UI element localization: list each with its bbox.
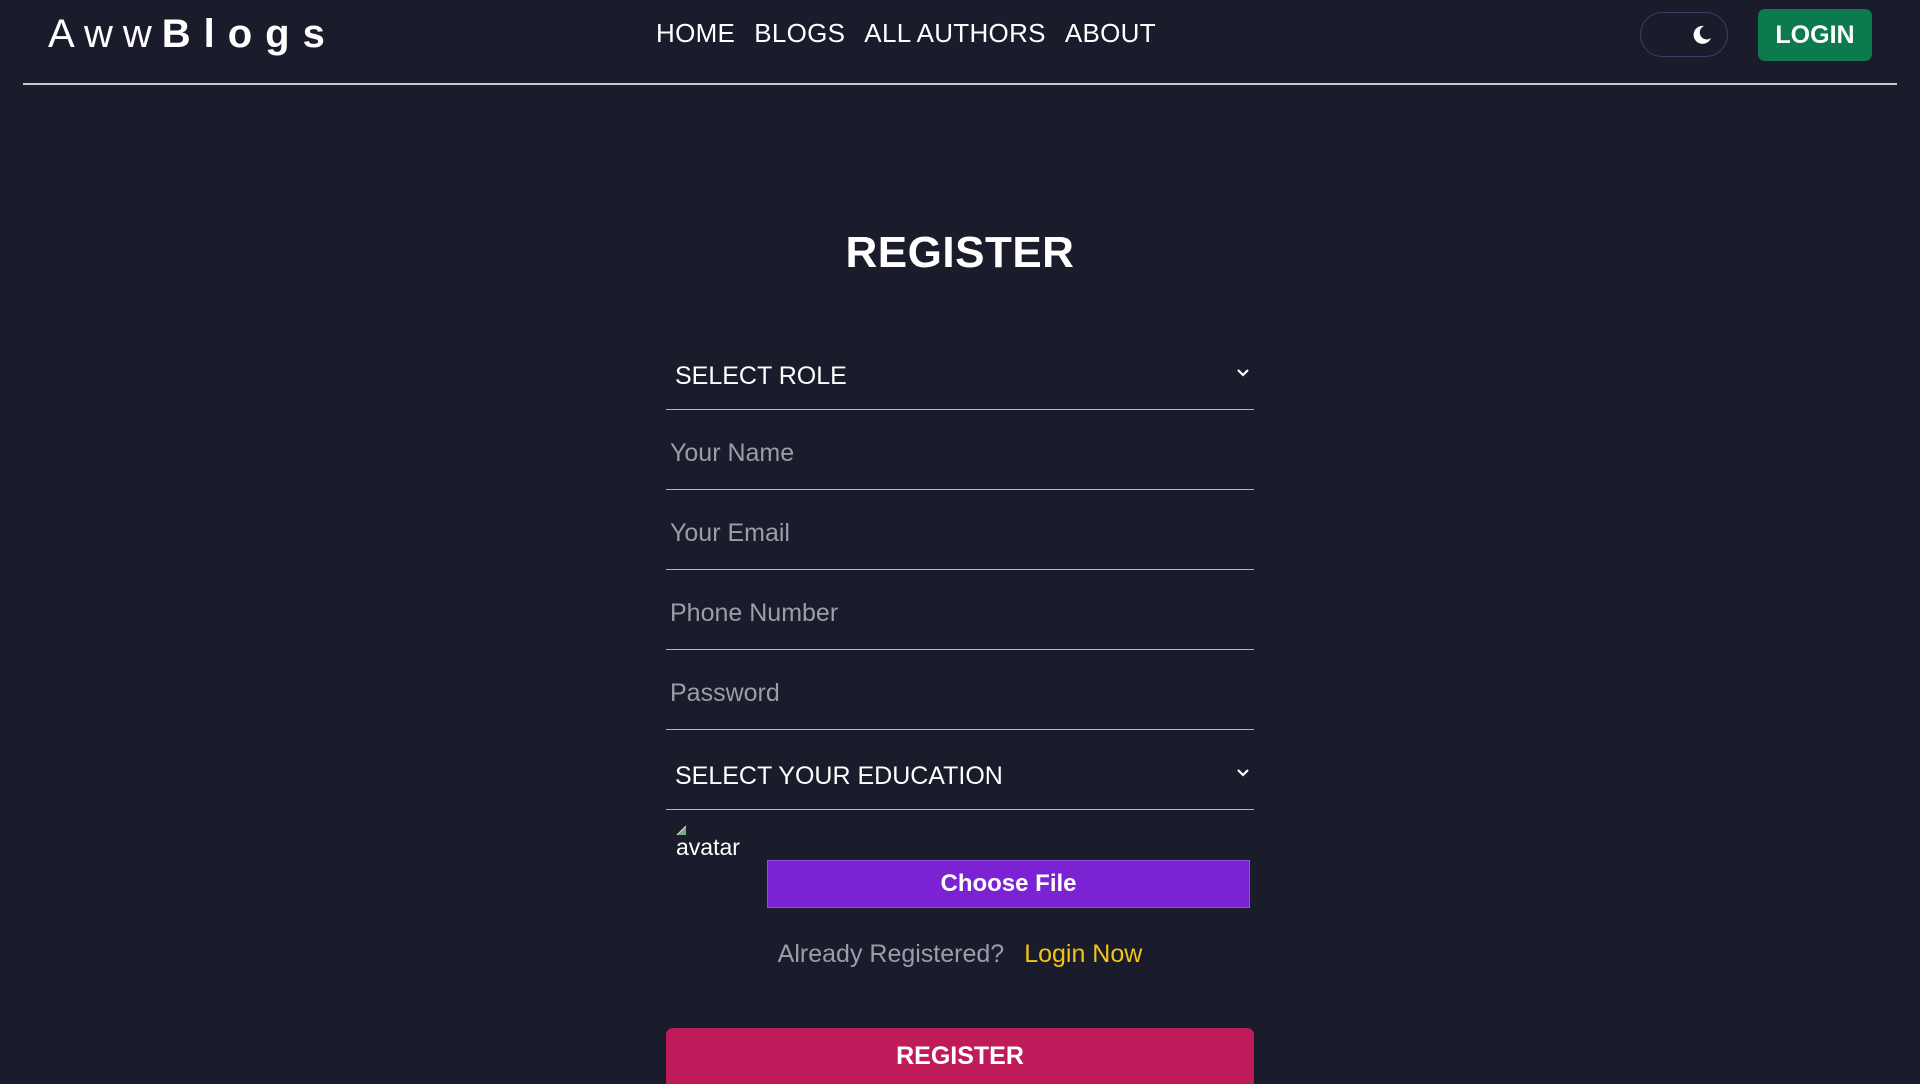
name-input[interactable] (666, 410, 1254, 489)
page-title: REGISTER (845, 228, 1075, 277)
main-nav: HOME BLOGS ALL AUTHORS ABOUT (656, 18, 1156, 49)
register-button[interactable]: REGISTER (666, 1028, 1254, 1084)
role-select[interactable]: SELECT ROLE (666, 330, 1254, 409)
email-field (666, 490, 1254, 570)
site-logo[interactable]: AwwBlogs (48, 12, 338, 57)
choose-file-button[interactable]: Choose File (767, 860, 1250, 908)
avatar-preview: avatar (676, 825, 740, 861)
already-registered-text: Already Registered? (777, 940, 1005, 968)
logo-light-text: Aww (48, 12, 162, 56)
avatar-upload-row: avatar Choose File (666, 810, 1254, 940)
phone-field (666, 570, 1254, 650)
logo-bold-text: Blogs (161, 12, 338, 56)
already-registered: Already Registered? Login Now (666, 940, 1254, 969)
name-field (666, 410, 1254, 490)
theme-toggle[interactable] (1640, 12, 1728, 57)
avatar-alt-text: avatar (676, 834, 740, 860)
register-form: SELECT ROLE SELECT YOUR EDUCATION avatar (666, 330, 1254, 1084)
nav-home-link[interactable]: HOME (656, 18, 735, 49)
password-field (666, 650, 1254, 730)
moon-icon (1693, 25, 1711, 44)
nav-about-link[interactable]: ABOUT (1065, 18, 1156, 49)
navbar: AwwBlogs HOME BLOGS ALL AUTHORS ABOUT LO… (23, 0, 1897, 85)
nav-blogs-link[interactable]: BLOGS (754, 18, 845, 49)
password-input[interactable] (666, 650, 1254, 729)
role-select-field: SELECT ROLE (666, 330, 1254, 410)
login-button[interactable]: LOGIN (1758, 9, 1872, 61)
phone-input[interactable] (666, 570, 1254, 649)
broken-image-icon (676, 825, 687, 836)
email-input[interactable] (666, 490, 1254, 569)
education-select-field: SELECT YOUR EDUCATION (666, 730, 1254, 810)
login-now-link[interactable]: Login Now (1024, 940, 1142, 968)
nav-all-authors-link[interactable]: ALL AUTHORS (864, 18, 1046, 49)
education-select[interactable]: SELECT YOUR EDUCATION (666, 730, 1254, 809)
